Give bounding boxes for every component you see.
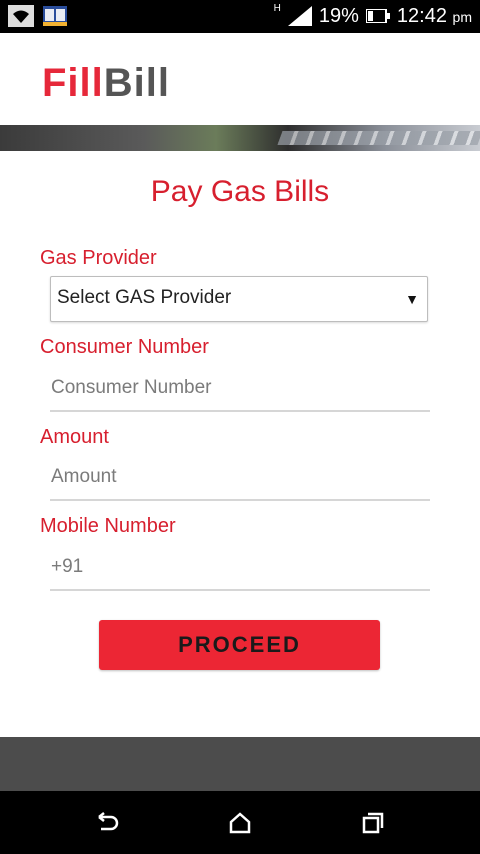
- consumer-number-placeholder: Consumer Number: [51, 377, 212, 398]
- mobile-number-input[interactable]: +91: [50, 545, 430, 591]
- gas-provider-label: Gas Provider: [40, 247, 157, 269]
- consumer-number-input[interactable]: Consumer Number: [50, 366, 430, 412]
- amount-placeholder: Amount: [51, 466, 117, 487]
- book-app-icon: [42, 4, 68, 28]
- gas-bill-form: Pay Gas Bills Gas Provider Select GAS Pr…: [0, 151, 480, 737]
- back-icon[interactable]: [92, 808, 122, 838]
- gas-provider-selected: Select GAS Provider: [57, 287, 232, 308]
- dropdown-arrow-icon: ▼: [405, 291, 419, 307]
- keyboard-decoration: [277, 131, 480, 145]
- brand-header: Fill Bill: [0, 33, 480, 125]
- status-bar: H 19% 12:42 pm: [0, 0, 480, 33]
- signal-icon: [287, 4, 313, 28]
- fillbill-logo[interactable]: Fill Bill: [42, 61, 170, 106]
- battery-icon: [365, 4, 391, 28]
- consumer-number-label: Consumer Number: [40, 336, 209, 358]
- proceed-button[interactable]: PROCEED: [99, 620, 380, 670]
- status-left: [8, 4, 68, 28]
- clock-time: 12:42: [396, 4, 447, 27]
- logo-bill-text: Bill: [103, 61, 171, 105]
- amount-label: Amount: [40, 426, 109, 448]
- page-title: Pay Gas Bills: [150, 175, 330, 208]
- network-type-label: H: [273, 2, 281, 14]
- status-time: 12:42 pm: [397, 5, 472, 28]
- clock-ampm: pm: [452, 8, 472, 25]
- battery-percent: 19%: [318, 4, 359, 27]
- logo-fill-text: Fill: [42, 61, 104, 105]
- amount-input[interactable]: Amount: [50, 455, 430, 501]
- system-nav-bar: [0, 791, 480, 854]
- wifi-icon: [8, 4, 34, 28]
- footer-bar: [0, 737, 480, 791]
- status-right: H 19% 12:42 pm: [273, 2, 472, 28]
- mobile-number-placeholder: +91: [51, 556, 84, 577]
- home-icon[interactable]: [225, 808, 255, 838]
- header-banner-image: [0, 125, 480, 151]
- recent-apps-icon[interactable]: [358, 808, 388, 838]
- gas-provider-select[interactable]: Select GAS Provider ▼: [50, 276, 428, 322]
- mobile-number-label: Mobile Number: [40, 515, 176, 537]
